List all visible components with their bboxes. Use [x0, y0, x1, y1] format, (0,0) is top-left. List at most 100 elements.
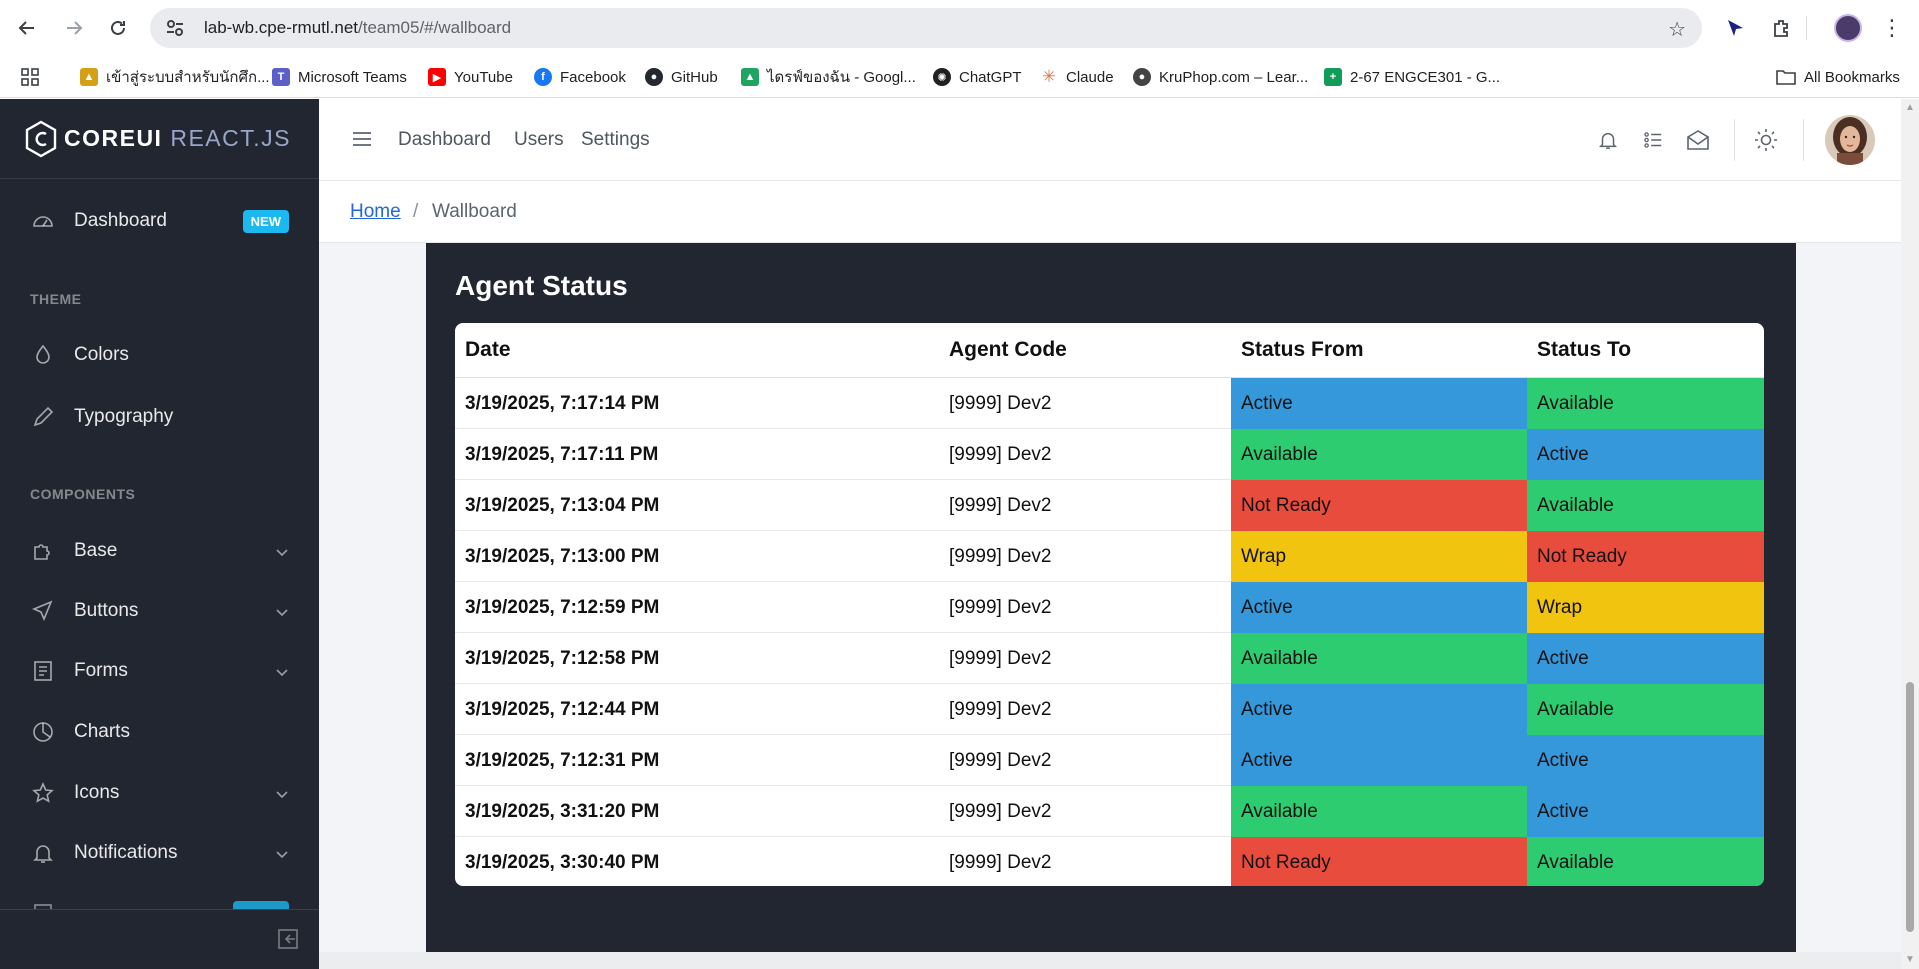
site-settings-icon[interactable] [164, 17, 186, 39]
sidebar-item-label: Colors [74, 344, 129, 365]
scroll-down-icon[interactable]: ▼ [1905, 955, 1915, 965]
status-to-cell: Available [1527, 684, 1764, 735]
sidebar-item-label: Base [74, 540, 118, 561]
pencil-icon [30, 404, 56, 430]
cursor-icon [30, 598, 56, 624]
agent-code-cell: [9999] Dev2 [949, 749, 1052, 771]
folder-icon [1776, 69, 1796, 85]
bookmark-label: YouTube [454, 68, 513, 86]
sidebar-collapse-icon[interactable] [277, 928, 299, 955]
table-row: 3/19/2025, 3:30:40 PM [9999] Dev2 Not Read… [455, 837, 1764, 886]
chevron-down-icon [275, 663, 289, 685]
date-cell: 3/19/2025, 7:13:04 PM [465, 494, 660, 516]
scroll-up-icon[interactable]: ▲ [1905, 103, 1915, 113]
scroll-thumb[interactable] [1906, 682, 1914, 932]
date-cell: 3/19/2025, 7:13:00 PM [465, 545, 660, 567]
bookmark-item[interactable]: ▲ เข้าสู่ระบบสำหรับนักศึก... [80, 65, 270, 89]
bookmark-item[interactable]: ▲ ไดรฟ์ของฉัน - Googl... [741, 65, 916, 89]
bookmark-item[interactable]: f Facebook [534, 65, 626, 89]
bookmark-item[interactable]: ✺ ChatGPT [933, 65, 1022, 89]
chatgpt-icon: ✺ [933, 68, 951, 86]
bell-icon[interactable] [1593, 125, 1623, 155]
sidebar-item-label: Buttons [74, 600, 139, 621]
sidebar-item-dashboard[interactable]: Dashboard NEW [0, 196, 319, 246]
main-content: Agent Status Date Agent Code Status From… [319, 243, 1901, 952]
all-bookmarks-label: All Bookmarks [1804, 68, 1900, 86]
date-cell: 3/19/2025, 7:12:31 PM [465, 749, 660, 771]
profile-avatar-icon[interactable] [1834, 14, 1862, 42]
sidebar-item-notifications[interactable]: Notifications [0, 828, 319, 878]
extensions-icon[interactable] [1765, 12, 1797, 44]
toolbar-divider [1806, 16, 1807, 40]
sidebar-item-buttons[interactable]: Buttons [0, 586, 319, 636]
sidebar-brand[interactable]: COREUI REACT.JS [0, 99, 319, 179]
status-to-cell: Available [1527, 378, 1764, 429]
brand-name: COREUI REACT.JS [64, 125, 291, 152]
date-cell: 3/19/2025, 7:12:44 PM [465, 698, 660, 720]
sidebar-item-colors[interactable]: Colors [0, 330, 319, 380]
bookmark-item[interactable]: ● GitHub [645, 65, 718, 89]
sidebar-item-label: Charts [74, 721, 130, 742]
all-bookmarks-folder[interactable]: All Bookmarks [1776, 65, 1900, 89]
claude-icon: ✳ [1041, 67, 1057, 86]
list-icon[interactable] [1638, 125, 1668, 155]
header-link-dashboard[interactable]: Dashboard [398, 129, 491, 151]
breadcrumb-home-link[interactable]: Home [350, 201, 401, 223]
bookmark-item[interactable]: ● KruPhop.com – Lear... [1133, 65, 1308, 89]
page-scrollbar[interactable]: ▲ ▼ [1901, 99, 1919, 969]
agent-status-panel: Agent Status Date Agent Code Status From… [426, 243, 1796, 952]
sidebar-item-charts[interactable]: Charts [0, 707, 319, 757]
table-row: 3/19/2025, 7:12:44 PM [9999] Dev2 Active Av… [455, 684, 1764, 735]
sidebar-item-forms[interactable]: Forms [0, 646, 319, 696]
header-link-users[interactable]: Users [514, 129, 564, 151]
breadcrumb: Home / Wallboard [319, 181, 1901, 243]
hamburger-menu-icon[interactable] [351, 128, 373, 150]
menu-kebab-icon[interactable]: ⋮ [1880, 12, 1904, 44]
envelope-icon[interactable] [1683, 125, 1713, 155]
agent-code-cell: [9999] Dev2 [949, 647, 1052, 669]
youtube-icon: ▶ [428, 68, 446, 86]
bookmark-label: GitHub [671, 68, 718, 86]
forward-icon[interactable] [58, 12, 90, 44]
date-cell: 3/19/2025, 3:31:20 PM [465, 800, 660, 822]
date-cell: 3/19/2025, 3:30:40 PM [465, 851, 660, 873]
user-avatar[interactable] [1825, 115, 1875, 165]
status-from-cell: Wrap [1231, 531, 1527, 582]
bookmark-item[interactable]: +2-67 ENGCE301 - G... [1324, 65, 1500, 89]
column-header-status-from: Status From [1241, 338, 1364, 361]
github-icon: ● [645, 68, 663, 86]
bookmark-item[interactable]: ▶ YouTube [428, 65, 513, 89]
address-bar[interactable]: lab-wb.cpe-rmutl.net/team05/#/wallboard … [150, 8, 1702, 48]
send-icon[interactable] [1719, 12, 1751, 44]
table-row: 3/19/2025, 7:13:04 PM [9999] Dev2 Not Read… [455, 480, 1764, 531]
header-divider [1803, 119, 1804, 161]
temple-icon: ▲ [80, 68, 98, 86]
header-link-settings[interactable]: Settings [581, 129, 650, 151]
bookmark-label: ไดรฟ์ของฉัน - Googl... [767, 69, 916, 86]
agent-code-cell: [9999] Dev2 [949, 443, 1052, 465]
bookmark-item[interactable]: T Microsoft Teams [272, 65, 407, 89]
url-path: /team05/#/wallboard [358, 18, 512, 37]
bookmark-item[interactable]: ✳ Claude [1040, 65, 1114, 89]
breadcrumb-current: Wallboard [432, 201, 517, 222]
table-row: 3/19/2025, 7:17:14 PM [9999] Dev2 Active Av… [455, 378, 1764, 429]
column-header-status-to: Status To [1537, 338, 1632, 361]
facebook-icon: f [534, 68, 552, 86]
back-icon[interactable] [11, 12, 43, 44]
sidebar-item-base[interactable]: Base [0, 526, 319, 576]
url-host: lab-wb.cpe-rmutl.net [204, 18, 359, 37]
chart-pie-icon [30, 719, 56, 745]
apps-grid-icon[interactable] [20, 65, 40, 89]
sidebar-item-icons[interactable]: Icons [0, 768, 319, 818]
agent-status-table: Date Agent Code Status From Status To 3/… [455, 323, 1764, 886]
sun-icon[interactable] [1751, 125, 1781, 155]
status-from-cell: Available [1231, 633, 1527, 684]
sidebar-item-typography[interactable]: Typography [0, 392, 319, 442]
reload-icon[interactable] [102, 12, 134, 44]
status-to-cell: Available [1527, 480, 1764, 531]
bookmark-label: Claude [1066, 68, 1114, 86]
browser-toolbar: lab-wb.cpe-rmutl.net/team05/#/wallboard … [0, 0, 1919, 56]
bookmark-star-icon[interactable]: ☆ [1668, 17, 1686, 42]
sidebar-item-label: Typography [74, 406, 174, 427]
column-header-date: Date [465, 338, 511, 361]
